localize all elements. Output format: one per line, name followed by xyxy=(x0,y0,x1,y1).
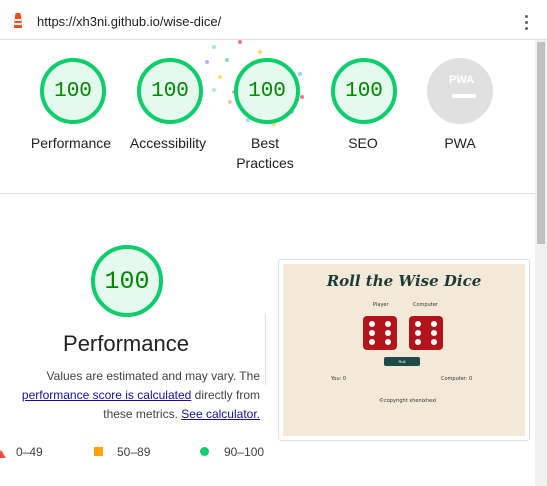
url-text[interactable]: https://xh3ni.github.io/wise-dice/ xyxy=(37,14,221,29)
pass-circle-icon xyxy=(200,447,209,456)
dice-left-icon xyxy=(363,316,397,350)
gauge-label-pwa: PWA xyxy=(444,135,476,151)
see-calculator-link[interactable]: See calculator. xyxy=(181,407,260,421)
gauge-score: 100 xyxy=(54,79,92,103)
section-divider xyxy=(0,193,535,194)
thumb-roll-button: Roll xyxy=(384,357,420,366)
gauge-score: 100 xyxy=(151,79,189,103)
scrollbar-thumb[interactable] xyxy=(537,42,545,244)
address-bar: https://xh3ni.github.io/wise-dice/ xyxy=(0,0,547,40)
fail-triangle-icon xyxy=(0,450,6,458)
thumb-player-label: Player xyxy=(373,302,389,308)
gauge-pwa[interactable]: PWA xyxy=(427,58,493,124)
gauge-label-performance: Performance xyxy=(30,135,112,151)
gauge-score: 100 xyxy=(345,79,383,103)
legend-pass: 90–100 xyxy=(224,445,265,459)
gauge-label-best-practices: Best Practices xyxy=(236,135,294,171)
gauge-label-accessibility: Accessibility xyxy=(129,135,207,151)
gauge-performance[interactable]: 100 xyxy=(40,58,106,124)
lighthouse-icon xyxy=(14,13,22,28)
final-screenshot: Roll the Wise Dice Player Computer Roll … xyxy=(283,264,525,436)
gauge-label-seo: SEO xyxy=(348,135,378,151)
performance-gauge-large: 100 xyxy=(91,245,163,317)
thumb-computer-score: Computer: 0 xyxy=(441,376,473,382)
vertical-divider xyxy=(265,313,266,385)
performance-description: Values are estimated and may vary. The p… xyxy=(0,367,260,424)
dice-right-icon xyxy=(409,316,443,350)
pwa-badge-text: PWA xyxy=(449,74,475,86)
gauge-accessibility[interactable]: 100 xyxy=(137,58,203,124)
thumb-footer: ©copyright xhenixhexi xyxy=(379,398,437,404)
gauge-score: 100 xyxy=(248,79,286,103)
average-square-icon xyxy=(94,447,103,456)
gauge-seo[interactable]: 100 xyxy=(331,58,397,124)
score-calculated-link[interactable]: performance score is calculated xyxy=(22,388,191,402)
pwa-dash-icon xyxy=(452,94,476,98)
legend-fail: 0–49 xyxy=(16,445,43,459)
performance-score: 100 xyxy=(104,266,150,296)
thumb-title: Roll the Wise Dice xyxy=(326,272,482,290)
more-options-icon[interactable] xyxy=(520,13,532,31)
gauge-best-practices[interactable]: 100 xyxy=(234,58,300,124)
thumb-you-score: You: 0 xyxy=(331,376,347,382)
performance-title: Performance xyxy=(63,331,189,356)
legend-average: 50–89 xyxy=(117,445,151,459)
thumb-computer-label: Computer xyxy=(413,302,438,308)
desc-text-1: Values are estimated and may vary. The xyxy=(46,369,260,383)
